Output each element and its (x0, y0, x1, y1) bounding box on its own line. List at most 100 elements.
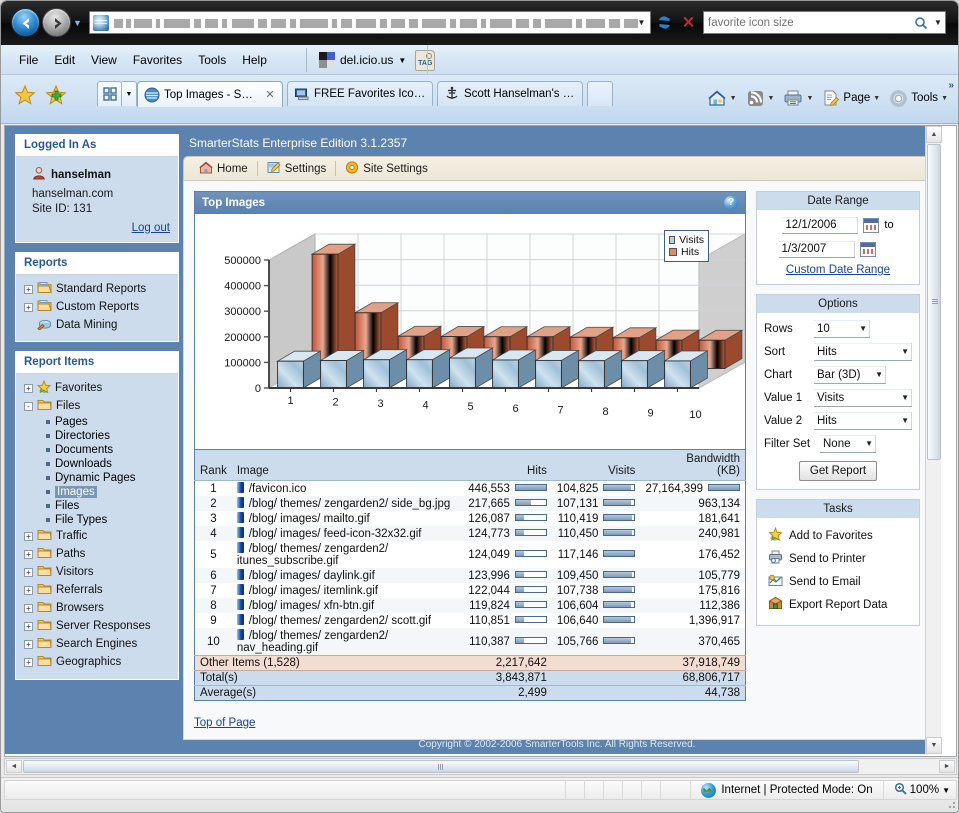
nav-tab-site-settings[interactable]: Site Settings (336, 161, 437, 177)
table-row[interactable]: 2/blog/ themes/ zengarden2/ side_bg.jpg2… (195, 496, 746, 511)
close-icon[interactable]: ✕ (264, 88, 276, 101)
col-visits[interactable]: Visits (552, 450, 641, 481)
cell-image[interactable]: /blog/ images/ itemlink.gif (232, 583, 463, 598)
chevron-down-icon[interactable]: ▼ (768, 95, 775, 102)
expander-plus-icon[interactable]: + (24, 640, 33, 649)
scroll-right-icon[interactable]: ► (939, 760, 955, 773)
cell-image[interactable]: /blog/ images/ daylink.gif (232, 568, 463, 583)
add-to-favorites-icon[interactable] (44, 83, 68, 107)
task-export-report-data[interactable]: Export Report Data (764, 593, 912, 616)
leaf-pages[interactable]: Pages (24, 415, 170, 429)
tree-item-custom-reports[interactable]: + Custom Reports (24, 298, 170, 316)
refresh-button[interactable] (653, 12, 675, 33)
chevron-down-icon[interactable]: ▼ (941, 95, 948, 102)
forward-button[interactable] (42, 8, 71, 37)
expander-minus-icon[interactable]: - (24, 402, 33, 411)
custom-date-range-link[interactable]: Custom Date Range (786, 264, 890, 276)
chevron-down-icon[interactable]: ▼ (942, 786, 950, 795)
cell-image[interactable]: /blog/ images/ xfn-btn.gif (232, 598, 463, 613)
filter-set-select[interactable]: None ▼ (820, 434, 876, 453)
tab-top-images[interactable]: Top Images - Sm... ✕ (137, 81, 283, 107)
stop-button[interactable] (677, 12, 699, 33)
top-of-page-link[interactable]: Top of Page (194, 717, 255, 729)
expander-plus-icon[interactable]: + (24, 658, 33, 667)
tree-item-browsers[interactable]: + Browsers (24, 599, 170, 617)
menu-tools[interactable]: Tools (190, 51, 234, 69)
col-bandwidth[interactable]: Bandwidth (KB) (640, 450, 745, 481)
menu-view[interactable]: View (83, 51, 125, 69)
value2-select[interactable]: Hits ▼ (814, 411, 912, 430)
search-dropdown-icon[interactable]: ▼ (931, 18, 945, 27)
table-row[interactable]: 8/blog/ images/ xfn-btn.gif119,824106,60… (195, 598, 746, 613)
tree-item-favorites[interactable]: + Favorites (24, 379, 170, 397)
scroll-left-icon[interactable]: ◄ (6, 760, 22, 773)
leaf-documents[interactable]: Documents (24, 443, 170, 457)
table-row[interactable]: 4/blog/ images/ feed-icon-32x32.gif124,7… (195, 526, 746, 541)
search-box[interactable]: ▼ (703, 11, 946, 34)
expander-plus-icon[interactable]: + (24, 568, 33, 577)
address-bar[interactable]: ▼ (89, 11, 651, 34)
window-resize-grip[interactable] (946, 799, 956, 809)
expander-plus-icon[interactable]: + (24, 604, 33, 613)
get-report-button[interactable]: Get Report (799, 461, 877, 481)
page-horizontal-scrollbar[interactable]: ◄ ► (4, 758, 957, 775)
scroll-down-icon[interactable]: ▼ (926, 737, 942, 754)
cell-image[interactable]: /favicon.ico (232, 481, 463, 497)
calendar-icon[interactable] (863, 218, 879, 233)
expander-plus-icon[interactable]: + (24, 303, 33, 312)
search-icon[interactable] (911, 16, 931, 30)
cell-image[interactable]: /blog/ themes/ zengarden2/ itunes_subscr… (232, 541, 463, 568)
horizontal-scroll-thumb[interactable] (23, 760, 859, 773)
zoom-control[interactable]: 100% ▼ (883, 780, 956, 800)
sort-select[interactable]: Hits ▼ (814, 342, 912, 361)
menu-file[interactable]: File (11, 51, 46, 69)
calendar-icon[interactable] (860, 242, 876, 257)
table-row[interactable]: 10/blog/ themes/ zengarden2/ nav_heading… (195, 628, 746, 656)
toolbar-overflow-icon[interactable]: » (948, 80, 954, 91)
tree-item-server-responses[interactable]: + Server Responses (24, 617, 170, 635)
expander-plus-icon[interactable]: + (24, 285, 33, 294)
page-button[interactable]: Page ▼ (818, 86, 884, 110)
recent-pages-dropdown[interactable]: ▼ (73, 19, 82, 28)
chart-select[interactable]: Bar (3D) ▼ (814, 365, 886, 384)
expander-plus-icon[interactable]: + (24, 532, 33, 541)
col-image[interactable]: Image (232, 450, 463, 481)
favorites-center-icon[interactable] (13, 83, 37, 107)
back-button[interactable] (11, 8, 40, 37)
vertical-scroll-thumb[interactable] (927, 144, 941, 460)
table-row[interactable]: 5/blog/ themes/ zengarden2/ itunes_subsc… (195, 541, 746, 568)
tree-item-visitors[interactable]: + Visitors (24, 563, 170, 581)
tools-button[interactable]: Tools ▼ (885, 86, 952, 111)
col-rank[interactable]: Rank (195, 450, 232, 481)
leaf-directories[interactable]: Directories (24, 429, 170, 443)
leaf-file-types[interactable]: File Types (24, 513, 170, 527)
tab-free-favorites-icon[interactable]: FREE Favorites Icon T... (287, 81, 433, 106)
table-row[interactable]: 7/blog/ images/ itemlink.gif122,044107,7… (195, 583, 746, 598)
tree-item-files[interactable]: - Files (24, 397, 170, 415)
tab-list-dropdown-icon[interactable]: ▼ (122, 81, 137, 106)
leaf-files[interactable]: Files (24, 499, 170, 513)
task-add-to-favorites[interactable]: Add to Favorites (764, 524, 912, 547)
tree-item-referrals[interactable]: + Referrals (24, 581, 170, 599)
scroll-up-icon[interactable]: ▲ (926, 126, 942, 143)
col-hits[interactable]: Hits (463, 450, 552, 481)
delicious-tag-button[interactable]: TAG (415, 50, 435, 71)
delicious-dropdown-icon[interactable]: ▼ (398, 56, 406, 65)
task-send-to-printer[interactable]: Send to Printer (764, 547, 912, 570)
cell-image[interactable]: /blog/ themes/ zengarden2/ nav_heading.g… (232, 628, 463, 656)
help-icon[interactable]: ? (724, 196, 738, 210)
expander-plus-icon[interactable]: + (24, 384, 33, 393)
menu-edit[interactable]: Edit (46, 51, 83, 69)
cell-image[interactable]: /blog/ themes/ zengarden2/ scott.gif (232, 613, 463, 628)
table-row[interactable]: 9/blog/ themes/ zengarden2/ scott.gif110… (195, 613, 746, 628)
menu-favorites[interactable]: Favorites (125, 51, 190, 69)
expander-plus-icon[interactable]: + (24, 550, 33, 559)
chevron-down-icon[interactable]: ▼ (730, 95, 737, 102)
cell-image[interactable]: /blog/ images/ mailto.gif (232, 511, 463, 526)
quick-tabs-button[interactable] (97, 81, 122, 106)
tree-item-standard-reports[interactable]: + Standard Reports (24, 280, 170, 298)
expander-plus-icon[interactable]: + (24, 586, 33, 595)
menu-help[interactable]: Help (234, 51, 275, 69)
security-zone[interactable]: Internet | Protected Mode: On (690, 780, 882, 800)
tree-item-search-engines[interactable]: + Search Engines (24, 635, 170, 653)
